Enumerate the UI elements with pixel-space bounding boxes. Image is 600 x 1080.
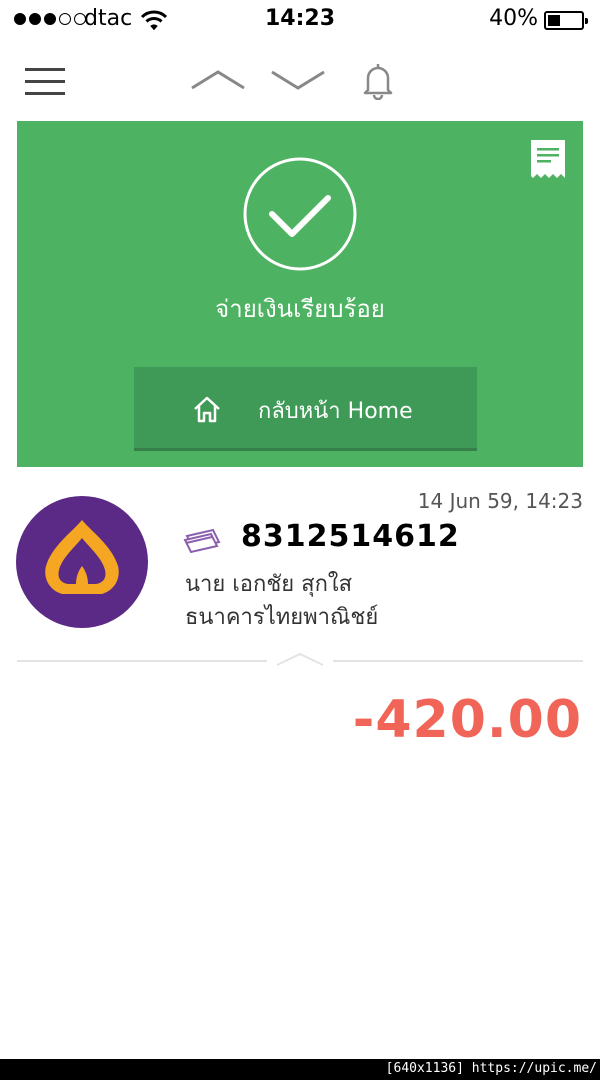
recipient-bank: ธนาคารไทยพาณิชย์ [185, 605, 379, 630]
battery-percentage: 40% [489, 6, 538, 31]
transaction-amount: -420.00 [352, 690, 582, 750]
menu-icon[interactable] [25, 68, 65, 96]
receipt-icon[interactable] [531, 140, 565, 182]
status-bar: dtac 14:23 40% [0, 0, 600, 42]
success-check-icon [243, 157, 357, 271]
payment-success-panel: จ่ายเงินเรียบร้อย กลับหน้า Home [17, 121, 583, 467]
scb-logo-icon [45, 520, 119, 594]
bank-logo [16, 496, 148, 628]
top-nav [0, 42, 600, 120]
payment-success-message: จ่ายเงินเรียบร้อย [215, 295, 385, 323]
home-icon [194, 396, 220, 423]
transaction-datetime: 14 Jun 59, 14:23 [417, 489, 583, 513]
back-to-home-label: กลับหน้า Home [258, 399, 413, 424]
chevron-up-icon[interactable] [190, 68, 246, 92]
chevron-down-icon[interactable] [270, 68, 326, 92]
battery-icon [544, 11, 588, 30]
recipient-name: นาย เอกชัย สุกใส [185, 572, 353, 597]
bank-card-icon [183, 528, 221, 554]
account-number: 8312514612 [241, 519, 460, 554]
image-source-tag: [640x1136] https://upic.me/ [385, 1061, 597, 1076]
back-to-home-button[interactable]: กลับหน้า Home [134, 367, 477, 451]
section-divider [17, 652, 583, 666]
payment-result-screen: dtac 14:23 40% จ่ายเงินเรียบร้อย กลับหน้… [0, 0, 600, 1059]
bell-icon[interactable] [361, 62, 395, 100]
